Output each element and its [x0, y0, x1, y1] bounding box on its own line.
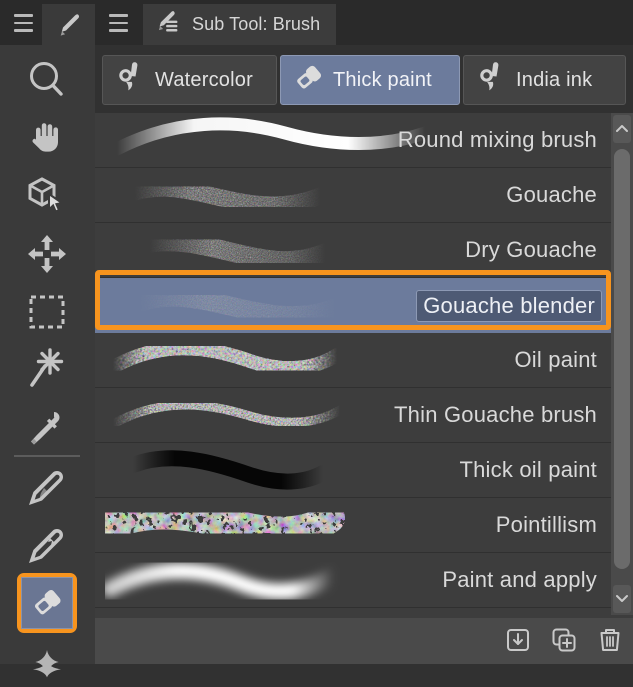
pencil-icon[interactable]	[42, 4, 95, 45]
tab-watercolor[interactable]: Watercolor	[102, 55, 277, 105]
hamburger-menu-icon[interactable]	[8, 8, 38, 38]
four-point-star-icon	[25, 636, 69, 680]
sidebar-item-move-tool[interactable]	[14, 225, 80, 283]
sidebar-item-eyedropper-tool[interactable]	[14, 399, 80, 457]
list-item-label: Round mixing brush	[397, 127, 597, 152]
list-item-label: Thick oil paint	[459, 457, 597, 482]
trash-icon	[596, 626, 624, 659]
tab-label: Watercolor	[155, 68, 253, 91]
download-box-icon	[504, 626, 532, 659]
list-item[interactable]: Thin Gouache brush	[95, 388, 611, 443]
list-item[interactable]: Thick oil paint	[95, 443, 611, 498]
chevron-down-icon	[616, 590, 628, 608]
list-scrollbar[interactable]	[611, 113, 633, 615]
scroll-up-button[interactable]	[613, 115, 631, 143]
panel-header: Sub Tool: Brush	[95, 0, 633, 45]
list-item[interactable]: Paint and apply	[95, 553, 611, 608]
sub-tool-icon	[153, 7, 183, 42]
list-item[interactable]: Gouache	[95, 168, 611, 223]
page-title: Sub Tool: Brush	[192, 14, 321, 34]
sidebar-item-rotate-3d-tool[interactable]	[14, 167, 80, 225]
list-item-label: Paint and apply	[442, 567, 597, 592]
brush-stroke-preview	[105, 443, 485, 497]
tool-sidebar	[0, 0, 95, 678]
copy-plus-icon	[550, 626, 578, 659]
list-item[interactable]: Dry Gouache	[95, 223, 611, 278]
list-item-label: Pointillism	[495, 512, 597, 537]
tab-thick-paint[interactable]: Thick paint	[280, 55, 460, 105]
scrollbar-thumb[interactable]	[614, 149, 630, 569]
clip-studio-sub-tool-panel: Sub Tool: Brush Watercolor Thick paint I…	[0, 0, 633, 678]
cube-cursor-icon	[24, 174, 70, 218]
tool-sidebar-tools	[0, 45, 95, 678]
eyedropper-icon	[25, 406, 69, 450]
duplicate-sub-tool-button[interactable]	[547, 625, 581, 659]
sidebar-item-pen-tool[interactable]	[14, 459, 80, 517]
india-ink-brush-icon	[474, 61, 510, 100]
pencil-tool-icon	[24, 524, 70, 568]
import-sub-tool-button[interactable]	[501, 625, 535, 659]
category-tab-bar: Watercolor Thick paint India ink	[95, 45, 633, 113]
brush-tool-icon	[21, 577, 73, 629]
tab-india-ink[interactable]: India ink	[463, 55, 626, 105]
tab-label: India ink	[516, 68, 593, 91]
scroll-down-button[interactable]	[613, 585, 631, 613]
hamburger-menu-icon[interactable]	[103, 8, 133, 38]
tool-sidebar-header	[0, 0, 95, 45]
sidebar-item-zoom-tool[interactable]	[14, 51, 80, 109]
brush-stroke-preview	[105, 168, 485, 222]
list-item[interactable]: Oil paint	[95, 333, 611, 388]
list-item[interactable]: Pointillism	[95, 498, 611, 553]
sparkle-star-icon	[25, 347, 69, 393]
sidebar-item-selection-tool[interactable]	[14, 283, 80, 341]
brush-stroke-preview	[105, 498, 485, 552]
sidebar-divider	[14, 455, 80, 457]
list-item[interactable]: Round mixing brush	[95, 113, 611, 168]
list-item-label: Thin Gouache brush	[394, 402, 597, 427]
pen-nib-icon	[24, 466, 70, 510]
delete-sub-tool-button[interactable]	[593, 625, 627, 659]
list-item-label: Dry Gouache	[465, 237, 597, 262]
sidebar-item-airbrush-tool[interactable]	[14, 629, 80, 687]
tab-sub-tool-brush[interactable]: Sub Tool: Brush	[143, 4, 337, 45]
list-item-label: Oil paint	[514, 347, 597, 372]
sub-tool-list[interactable]: Round mixing brush Gouache Dry Gouache G…	[95, 113, 611, 615]
dashed-rectangle-icon	[25, 292, 69, 332]
hand-icon	[25, 116, 69, 160]
brush-stroke-preview	[105, 333, 485, 387]
tab-label: Thick paint	[333, 68, 432, 91]
brush-stroke-preview	[105, 553, 485, 607]
sidebar-item-pencil-tool[interactable]	[14, 517, 80, 575]
sidebar-item-brush-tool[interactable]	[17, 573, 77, 633]
sub-tool-bottom-bar	[95, 618, 633, 664]
watercolor-brush-icon	[113, 61, 149, 100]
thick-paint-brush-icon	[291, 61, 327, 100]
four-arrows-icon	[25, 232, 69, 276]
sidebar-item-auto-select-tool[interactable]	[14, 341, 80, 399]
list-item-label: Gouache	[506, 182, 597, 207]
sidebar-item-move-canvas-tool[interactable]	[14, 109, 80, 167]
chevron-up-icon	[616, 120, 628, 138]
list-item-label[interactable]: Gouache blender	[416, 289, 602, 322]
list-item-selected[interactable]: Gouache blender	[95, 278, 611, 333]
brush-stroke-preview	[105, 223, 485, 277]
magnifier-icon	[25, 58, 69, 102]
